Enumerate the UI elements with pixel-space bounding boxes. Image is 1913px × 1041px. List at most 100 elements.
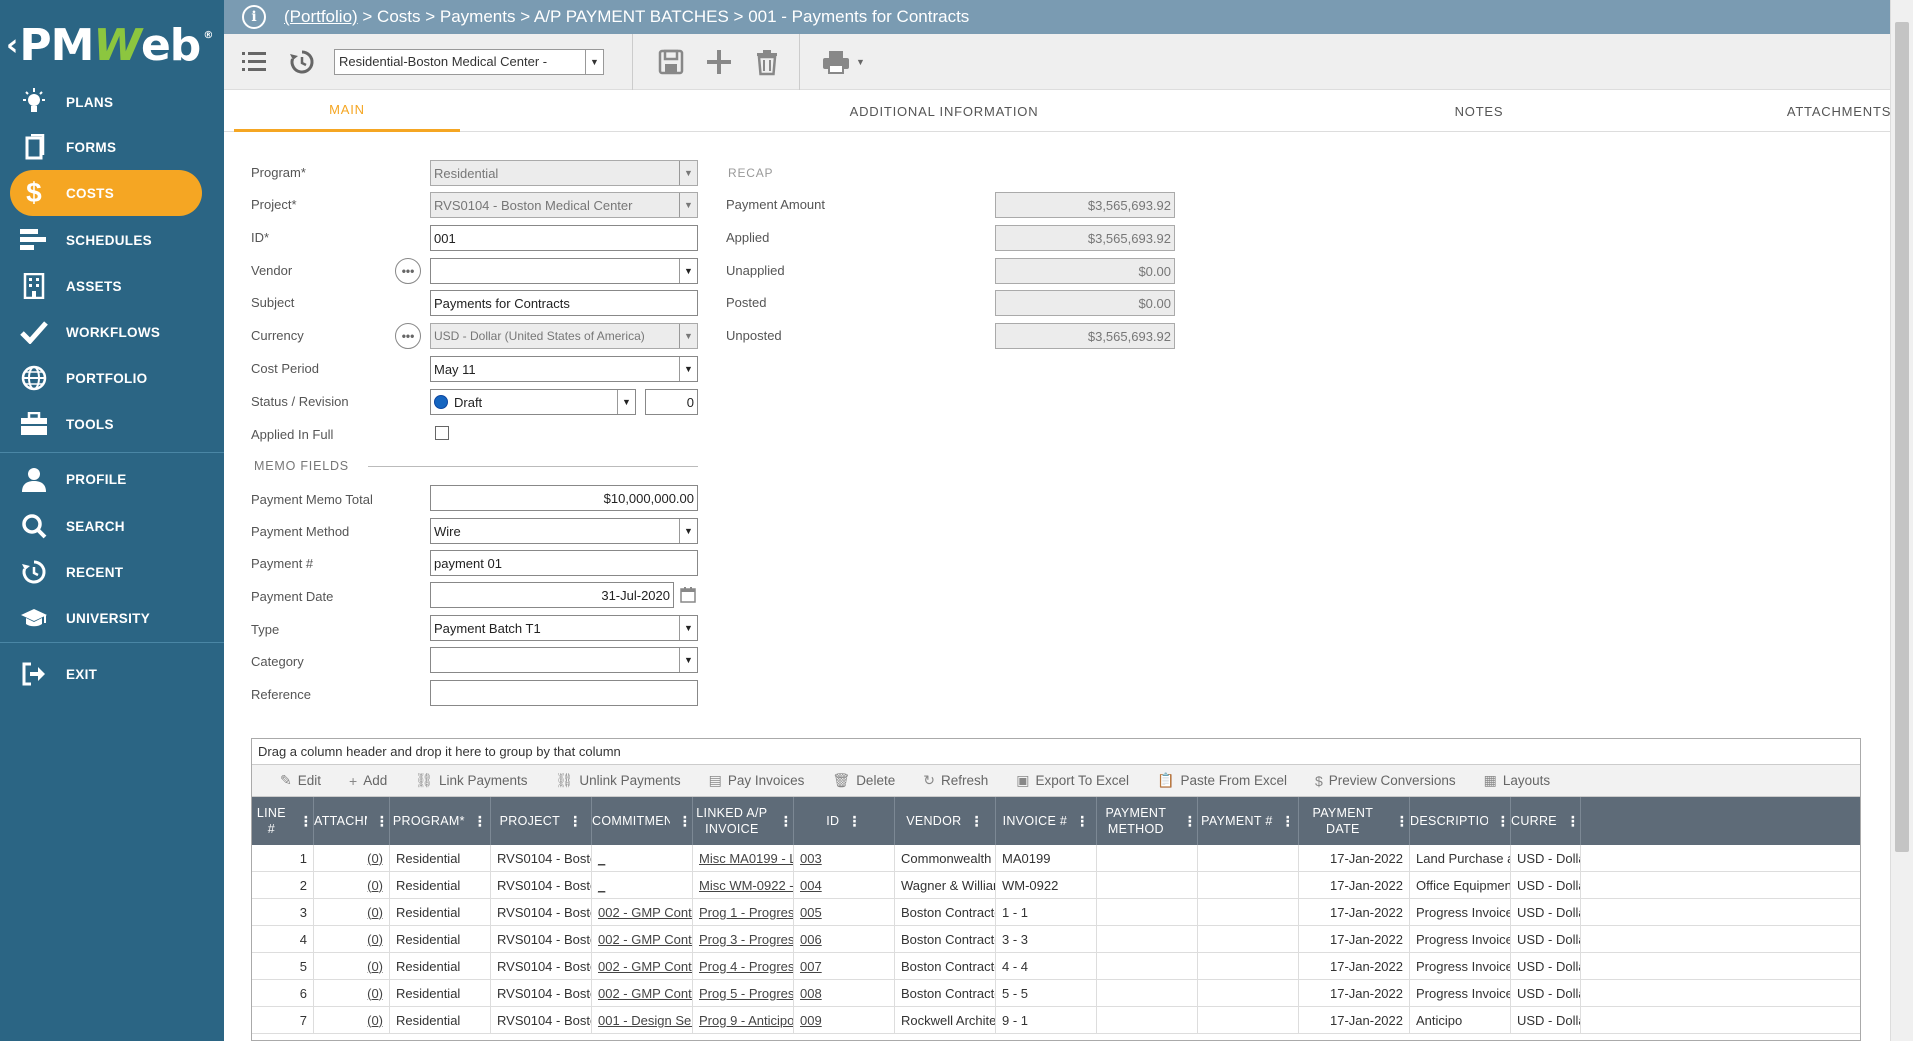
column-header-id[interactable]: ID ⋮ [794,797,895,845]
payment-method-select[interactable]: Wire ▼ [430,518,698,544]
tab-main[interactable]: MAIN [234,90,460,132]
id-input[interactable]: 001 [430,225,698,251]
column-header-commitment[interactable]: COMMITMENT⋮ [592,797,693,845]
status-select[interactable]: Draft ▼ [430,389,636,415]
chevron-down-icon[interactable]: ▼ [679,648,697,672]
column-menu-kebab-icon[interactable]: ⋮ [678,813,692,829]
save-icon[interactable] [653,44,689,80]
table-cell[interactable]: Misc MA0199 - La [693,845,794,871]
collapse-chevron-icon[interactable]: ‹ [6,28,18,63]
table-cell[interactable]: (0) [314,980,390,1006]
table-cell[interactable]: (0) [314,899,390,925]
column-header-payment[interactable]: PAYMENT # ⋮ [1198,797,1299,845]
column-menu-kebab-icon[interactable]: ⋮ [847,813,861,829]
chevron-down-icon[interactable]: ▼ [617,390,635,414]
project-select[interactable]: RVS0104 - Boston Medical Center ▼ [430,192,698,218]
sidebar-item-workflows[interactable]: WORKFLOWS [10,309,202,355]
payment-number-input[interactable]: payment 01 [430,550,698,576]
table-row[interactable]: 7(0)ResidentialRVS0104 - Boston001 - Des… [252,1007,1860,1034]
table-cell[interactable]: 003 [794,845,895,871]
chevron-down-icon[interactable]: ▼ [679,193,697,217]
table-cell[interactable]: (0) [314,926,390,952]
column-menu-kebab-icon[interactable]: ⋮ [1183,813,1197,829]
table-cell[interactable]: 001 - Design Serv [592,1007,693,1033]
table-cell[interactable]: Prog 5 - Progress [693,980,794,1006]
currency-lookup-ellipsis-icon[interactable]: ••• [395,323,421,349]
sidebar-item-schedules[interactable]: SCHEDULES [10,217,202,263]
program-select[interactable]: Residential ▼ [430,160,698,186]
table-cell[interactable]: 006 [794,926,895,952]
cost-period-select[interactable]: May 11 ▼ [430,356,698,382]
sidebar-item-exit[interactable]: EXIT [10,651,202,697]
sidebar-item-portfolio[interactable]: PORTFOLIO [10,355,202,401]
table-row[interactable]: 5(0)ResidentialRVS0104 - Boston002 - GMP… [252,953,1860,980]
table-cell[interactable]: 002 - GMP Contra [592,926,693,952]
table-cell[interactable]: Prog 4 - Progress [693,953,794,979]
tab-additional-information[interactable]: ADDITIONAL INFORMATION [824,90,1064,132]
tab-notes[interactable]: NOTES [1404,90,1554,132]
calendar-icon[interactable] [680,586,696,603]
sidebar-item-forms[interactable]: FORMS [10,124,202,170]
column-menu-kebab-icon[interactable]: ⋮ [473,813,487,829]
table-cell[interactable]: 004 [794,872,895,898]
print-dropdown-chevron-icon[interactable]: ▼ [856,57,865,67]
revision-input[interactable]: 0 [645,389,698,415]
table-row[interactable]: 6(0)ResidentialRVS0104 - Boston002 - GMP… [252,980,1860,1007]
subject-input[interactable]: Payments for Contracts [430,290,698,316]
column-header-attachment[interactable]: ATTACHMENT⋮ [314,797,390,845]
chevron-down-icon[interactable]: ▼ [679,616,697,640]
category-select[interactable]: ▼ [430,647,698,673]
column-header-linked-a-p-invoice[interactable]: LINKED A/P INVOICE ⋮ [693,797,794,845]
column-header-program[interactable]: PROGRAM* ⋮ [390,797,491,845]
delete-icon[interactable] [749,44,785,80]
table-cell[interactable]: Prog 9 - Anticipo [693,1007,794,1033]
link-payments-button[interactable]: ⛓ Link Payments [415,772,527,789]
pmweb-logo[interactable]: ‹ PM Web ® [0,0,224,90]
column-header-project[interactable]: PROJECT ⋮ [491,797,592,845]
table-cell[interactable]: Misc WM-0922 - [693,872,794,898]
table-row[interactable]: 1(0)ResidentialRVS0104 - Boston_Misc MA0… [252,845,1860,872]
table-cell[interactable]: _ [592,872,693,898]
page-scrollbar[interactable] [1890,0,1913,1041]
table-cell[interactable]: Prog 3 - Progress [693,926,794,952]
column-menu-kebab-icon[interactable]: ⋮ [299,813,313,829]
chevron-down-icon[interactable]: ▼ [679,161,697,185]
column-menu-kebab-icon[interactable]: ⋮ [1281,813,1295,829]
pay-invoices-button[interactable]: ▤ Pay Invoices [709,772,805,789]
project-selector[interactable]: Residential-Boston Medical Center - ▼ [334,48,604,75]
sidebar-item-assets[interactable]: ASSETS [10,263,202,309]
reference-input[interactable] [430,680,698,706]
sidebar-item-tools[interactable]: TOOLS [10,401,202,447]
column-header-payment-method[interactable]: PAYMENT METHOD ⋮ [1097,797,1198,845]
sidebar-item-profile[interactable]: PROFILE [10,456,202,502]
table-cell[interactable]: Prog 1 - Progress [693,899,794,925]
table-cell[interactable]: 008 [794,980,895,1006]
column-header-vendor[interactable]: VENDOR ⋮ [895,797,996,845]
paste-from-excel-button[interactable]: 📋 Paste From Excel [1157,772,1287,789]
column-menu-kebab-icon[interactable]: ⋮ [1566,813,1580,829]
column-menu-kebab-icon[interactable]: ⋮ [779,813,793,829]
table-cell[interactable]: (0) [314,1007,390,1033]
column-menu-kebab-icon[interactable]: ⋮ [1075,813,1089,829]
table-row[interactable]: 3(0)ResidentialRVS0104 - Boston002 - GMP… [252,899,1860,926]
sidebar-item-recent[interactable]: RECENT [10,549,202,595]
delete-button[interactable]: 🗑 Delete [832,772,895,789]
table-cell[interactable]: 007 [794,953,895,979]
chevron-down-icon[interactable]: ▼ [679,259,697,283]
table-cell[interactable]: 002 - GMP Contra [592,953,693,979]
payment-date-input[interactable]: 31-Jul-2020 [430,582,674,608]
vendor-select[interactable]: ▼ [430,258,698,284]
table-cell[interactable]: (0) [314,953,390,979]
scrollbar-thumb[interactable] [1895,22,1909,852]
table-cell[interactable]: 002 - GMP Contra [592,980,693,1006]
applied-in-full-checkbox[interactable] [435,426,449,440]
refresh-button[interactable]: ↻ Refresh [923,772,988,789]
column-menu-kebab-icon[interactable]: ⋮ [1395,813,1409,829]
chevron-down-icon[interactable]: ▼ [679,324,697,348]
print-icon[interactable] [818,44,854,80]
column-menu-kebab-icon[interactable]: ⋮ [1496,813,1510,829]
column-header-description[interactable]: DESCRIPTION⋮ [1410,797,1511,845]
chevron-down-icon[interactable]: ▼ [679,357,697,381]
column-header-payment-date[interactable]: PAYMENT DATE ⋮ [1299,797,1410,845]
payment-memo-total-input[interactable]: $10,000,000.00 [430,485,698,511]
